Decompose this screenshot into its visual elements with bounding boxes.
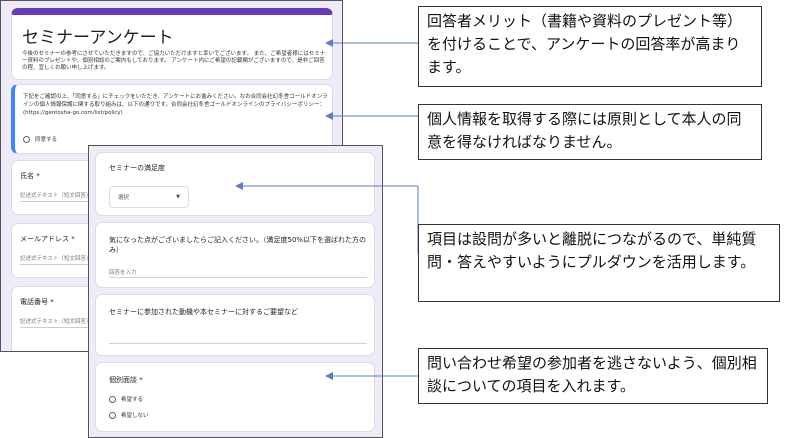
annotated-form-screenshot: セミナーアンケート 今後のセミナーの参考にさせていただきますので、ご協力いただけ… — [0, 0, 800, 438]
callout-consent: 個人情報を取得する際には原則として本人の同意を得なければなりません。 — [418, 104, 762, 160]
callout-consultation: 問い合わせ希望の参加者を逃さないよう、個別相談についての項目を入れます。 — [418, 348, 768, 404]
callout-benefit: 回答者メリット（書籍や資料のプレゼント等）を付けることで、アンケートの回答率が高… — [418, 6, 762, 87]
callout-pulldown: 項目は設問が多いと離脱につながるので、単純質問・答えやすいようにプルダウンを活用… — [418, 224, 780, 302]
